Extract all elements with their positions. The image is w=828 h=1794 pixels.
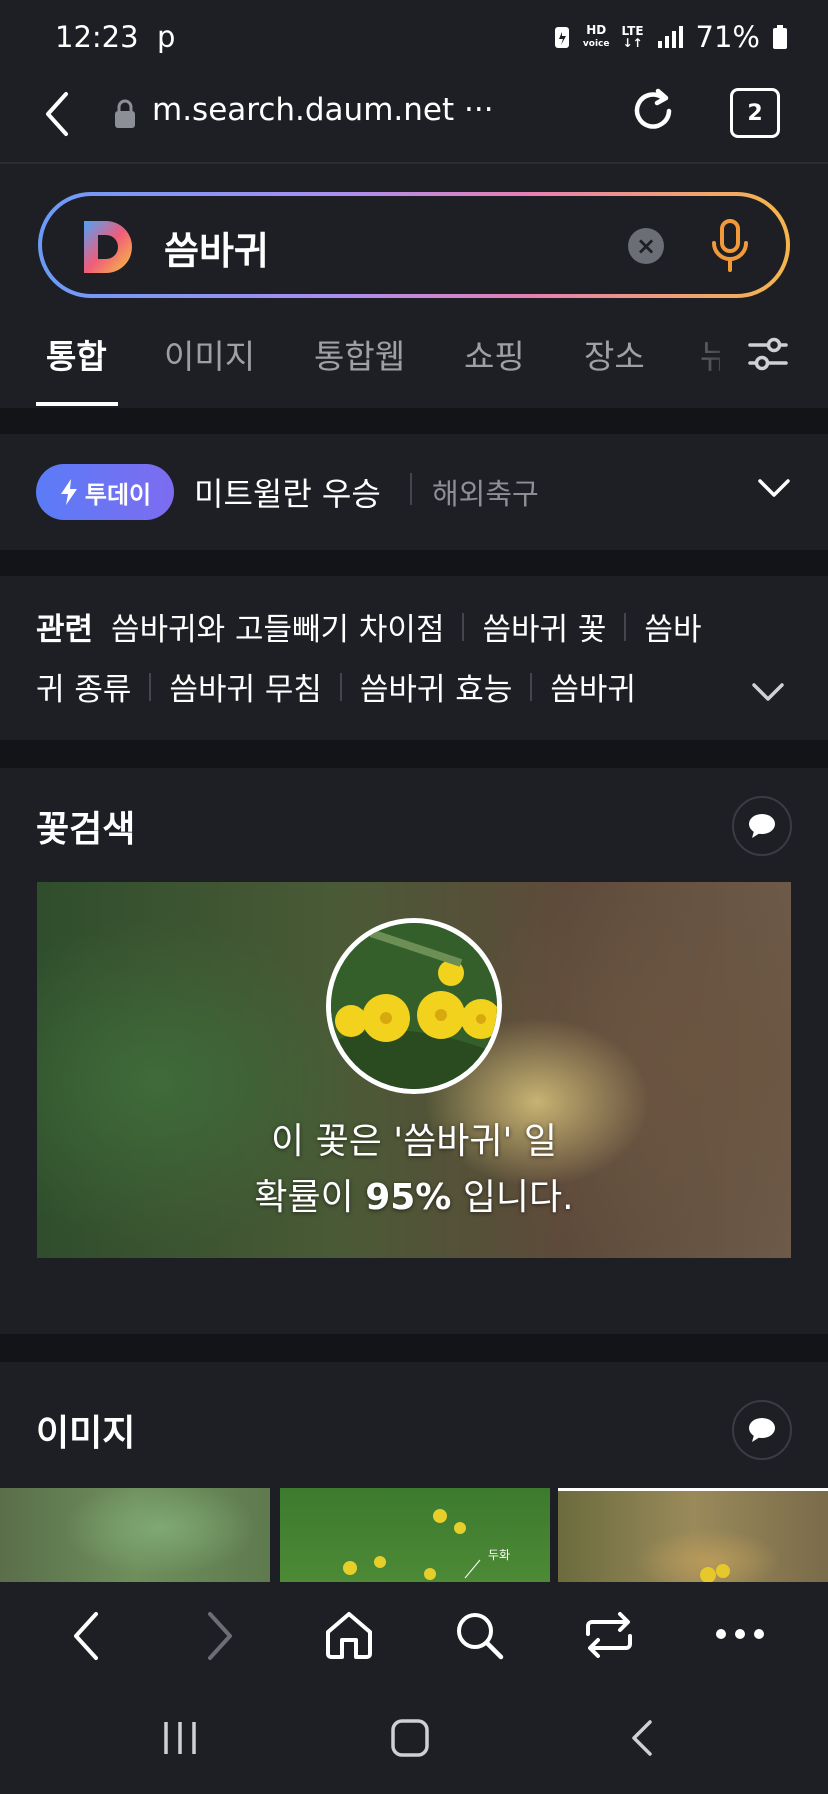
chat-icon[interactable] [732,796,792,856]
search-icon[interactable] [452,1608,506,1662]
probability-value: 95% [365,1177,452,1218]
tab-shopping[interactable]: 쇼핑 [464,330,525,378]
reload-icon[interactable] [628,86,678,136]
related-item[interactable]: 씀바귀 무침 [169,664,321,709]
today-headline[interactable]: 미트윌란 우승 [194,469,381,515]
flower-result-text: 이 꽃은 '씀바귀' 일 확률이 95% 입니다. [254,1121,574,1218]
related-item[interactable]: 씀바 [644,604,701,649]
related-row-1: 관련 씀바귀와 고들빼기 차이점 씀바귀 꽃 씀바 [36,604,701,649]
image-thumbnail[interactable] [0,1488,270,1582]
related-row-2: 귀 종류 씀바귀 무침 씀바귀 효능 씀바귀 [36,664,636,709]
url-text[interactable]: m.search.daum.net ··· [152,92,494,128]
search-input[interactable]: 씀바귀 [164,220,269,275]
section-title: 이미지 [36,1413,136,1454]
active-tab-indicator [36,402,118,406]
chat-icon[interactable] [732,1400,792,1460]
battery-percent: 71% [695,20,760,54]
related-item[interactable]: 씀바귀 효능 [360,664,512,709]
image-thumbnail[interactable]: 두화 [280,1488,550,1582]
hd-voice-indicator: HD voice [582,23,610,49]
image-thumbnail[interactable] [558,1488,828,1582]
today-category: 해외축구 [432,477,539,511]
battery-saver-icon [554,27,569,48]
system-back-icon[interactable] [628,1718,658,1758]
signal-icon [657,26,683,48]
back-icon[interactable] [42,90,74,138]
status-bar: 12:23 p HD voice LTE ↓↑ 71% [0,0,828,78]
section-title: 꽃검색 [36,809,136,850]
recent-apps-icon[interactable] [160,1718,200,1758]
flower-photo [326,918,502,1094]
search-tabs: 통합 이미지 통합웹 쇼핑 장소 뉴 [0,318,828,406]
related-searches: 관련 씀바귀와 고들빼기 차이점 씀바귀 꽃 씀바 귀 종류 씀바귀 무침 씀바… [0,576,828,740]
related-item[interactable]: 씀바귀 꽃 [482,604,606,649]
filter-icon[interactable] [746,332,790,376]
expand-related-icon[interactable] [750,680,786,704]
today-badge: 투데이 [36,464,174,520]
mic-icon[interactable] [708,218,752,274]
related-item[interactable]: 씀바귀 [550,664,636,709]
forward-icon[interactable] [202,1610,236,1662]
tab-places[interactable]: 장소 [584,330,645,378]
home-button-icon[interactable] [390,1718,430,1758]
chevron-down-icon[interactable] [756,476,792,500]
tab-count-button[interactable]: 2 [730,88,780,138]
today-bar[interactable]: 투데이 미트윌란 우승 해외축구 [0,434,828,550]
tab-images[interactable]: 이미지 [164,330,255,378]
images-section: 이미지 [0,1362,828,1488]
battery-icon [773,25,787,49]
clear-icon[interactable]: × [628,228,664,264]
daum-logo[interactable] [80,219,136,275]
browser-bottom-nav [0,1582,828,1686]
tabs-switch-icon[interactable] [582,1610,636,1660]
status-time: 12:23 p [55,20,176,54]
lightning-icon [60,479,77,505]
lock-icon [115,99,135,128]
home-icon[interactable] [322,1608,376,1662]
browser-url-bar: m.search.daum.net ··· 2 [0,78,828,164]
tab-integrated[interactable]: 통합 [46,330,107,378]
flower-result-card[interactable]: 이 꽃은 '씀바귀' 일 확률이 95% 입니다. [37,882,791,1258]
related-label: 관련 [36,612,94,648]
status-icons: HD voice LTE ↓↑ 71% [553,20,788,54]
related-item[interactable]: 귀 종류 [36,664,131,709]
back-icon[interactable] [70,1610,104,1662]
more-icon[interactable] [714,1626,766,1642]
search-box[interactable]: 씀바귀 × [38,192,790,298]
related-item[interactable]: 씀바귀와 고들빼기 차이점 [111,604,444,649]
system-nav-bar [0,1686,828,1794]
tab-web[interactable]: 통합웹 [314,330,405,378]
lte-indicator: LTE ↓↑ [621,24,644,50]
thumbnail-caption: 두화 [488,1548,511,1562]
